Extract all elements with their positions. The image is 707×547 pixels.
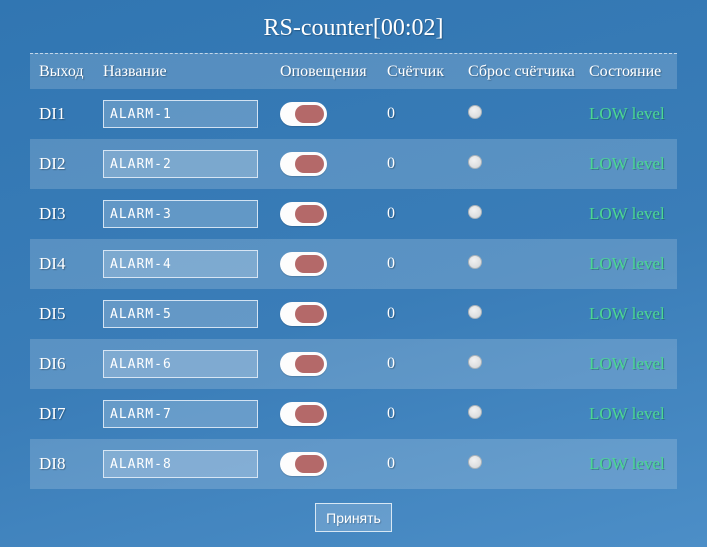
counter-value: 0	[385, 305, 464, 323]
name-input[interactable]	[103, 450, 258, 478]
state-label: LOW level	[588, 154, 677, 174]
toggle-off-icon	[295, 405, 324, 423]
reset-radio[interactable]	[468, 105, 482, 119]
counter-value: 0	[385, 155, 464, 173]
alert-toggle[interactable]	[280, 102, 327, 126]
toggle-off-icon	[295, 255, 324, 273]
output-label: DI8	[30, 454, 103, 474]
reset-radio[interactable]	[468, 205, 482, 219]
counter-value: 0	[385, 405, 464, 423]
alert-toggle[interactable]	[280, 202, 327, 226]
table-row: DI6 0 LOW level	[30, 339, 677, 389]
counter-value: 0	[385, 205, 464, 223]
toggle-off-icon	[295, 305, 324, 323]
reset-radio[interactable]	[468, 455, 482, 469]
alert-toggle[interactable]	[280, 302, 327, 326]
table-row: DI4 0 LOW level	[30, 239, 677, 289]
table-row: DI8 0 LOW level	[30, 439, 677, 489]
submit-button[interactable]: Принять	[315, 503, 392, 532]
state-label: LOW level	[588, 404, 677, 424]
table-row: DI5 0 LOW level	[30, 289, 677, 339]
counter-value: 0	[385, 255, 464, 273]
reset-radio[interactable]	[468, 305, 482, 319]
counter-value: 0	[385, 105, 464, 123]
name-input[interactable]	[103, 200, 258, 228]
name-input[interactable]	[103, 150, 258, 178]
alert-toggle[interactable]	[280, 252, 327, 276]
header-counter: Счётчик	[385, 63, 464, 81]
name-input[interactable]	[103, 400, 258, 428]
name-input[interactable]	[103, 100, 258, 128]
state-label: LOW level	[588, 254, 677, 274]
name-input[interactable]	[103, 250, 258, 278]
output-label: DI7	[30, 404, 103, 424]
output-label: DI5	[30, 304, 103, 324]
state-label: LOW level	[588, 104, 677, 124]
footer: Принять	[30, 489, 677, 532]
alert-toggle[interactable]	[280, 452, 327, 476]
alert-toggle[interactable]	[280, 352, 327, 376]
reset-radio[interactable]	[468, 355, 482, 369]
table-row: DI7 0 LOW level	[30, 389, 677, 439]
output-label: DI1	[30, 104, 103, 124]
counter-value: 0	[385, 455, 464, 473]
toggle-off-icon	[295, 455, 324, 473]
state-label: LOW level	[588, 454, 677, 474]
header-reset: Сброс счётчика	[464, 63, 588, 81]
toggle-off-icon	[295, 155, 324, 173]
output-label: DI4	[30, 254, 103, 274]
alert-toggle[interactable]	[280, 402, 327, 426]
table-header-row: Выход Название Оповещения Счётчик Сброс …	[30, 53, 677, 89]
reset-radio[interactable]	[468, 255, 482, 269]
header-output: Выход	[30, 63, 103, 81]
toggle-off-icon	[295, 355, 324, 373]
state-label: LOW level	[588, 304, 677, 324]
toggle-off-icon	[295, 205, 324, 223]
toggle-off-icon	[295, 105, 324, 123]
name-input[interactable]	[103, 350, 258, 378]
alert-toggle[interactable]	[280, 152, 327, 176]
reset-radio[interactable]	[468, 155, 482, 169]
counter-value: 0	[385, 355, 464, 373]
output-label: DI2	[30, 154, 103, 174]
state-label: LOW level	[588, 354, 677, 374]
page-title: RS-counter[00:02]	[0, 0, 707, 53]
header-alerts: Оповещения	[280, 63, 385, 81]
table-row: DI2 0 LOW level	[30, 139, 677, 189]
table-body: DI1 0 LOW level DI2 0 LOW level DI3 0 LO…	[30, 89, 677, 489]
table-row: DI1 0 LOW level	[30, 89, 677, 139]
output-label: DI6	[30, 354, 103, 374]
state-label: LOW level	[588, 204, 677, 224]
output-label: DI3	[30, 204, 103, 224]
table-row: DI3 0 LOW level	[30, 189, 677, 239]
header-name: Название	[103, 63, 280, 81]
reset-radio[interactable]	[468, 405, 482, 419]
header-state: Состояние	[588, 63, 677, 81]
name-input[interactable]	[103, 300, 258, 328]
rs-counter-table: Выход Название Оповещения Счётчик Сброс …	[30, 53, 677, 489]
